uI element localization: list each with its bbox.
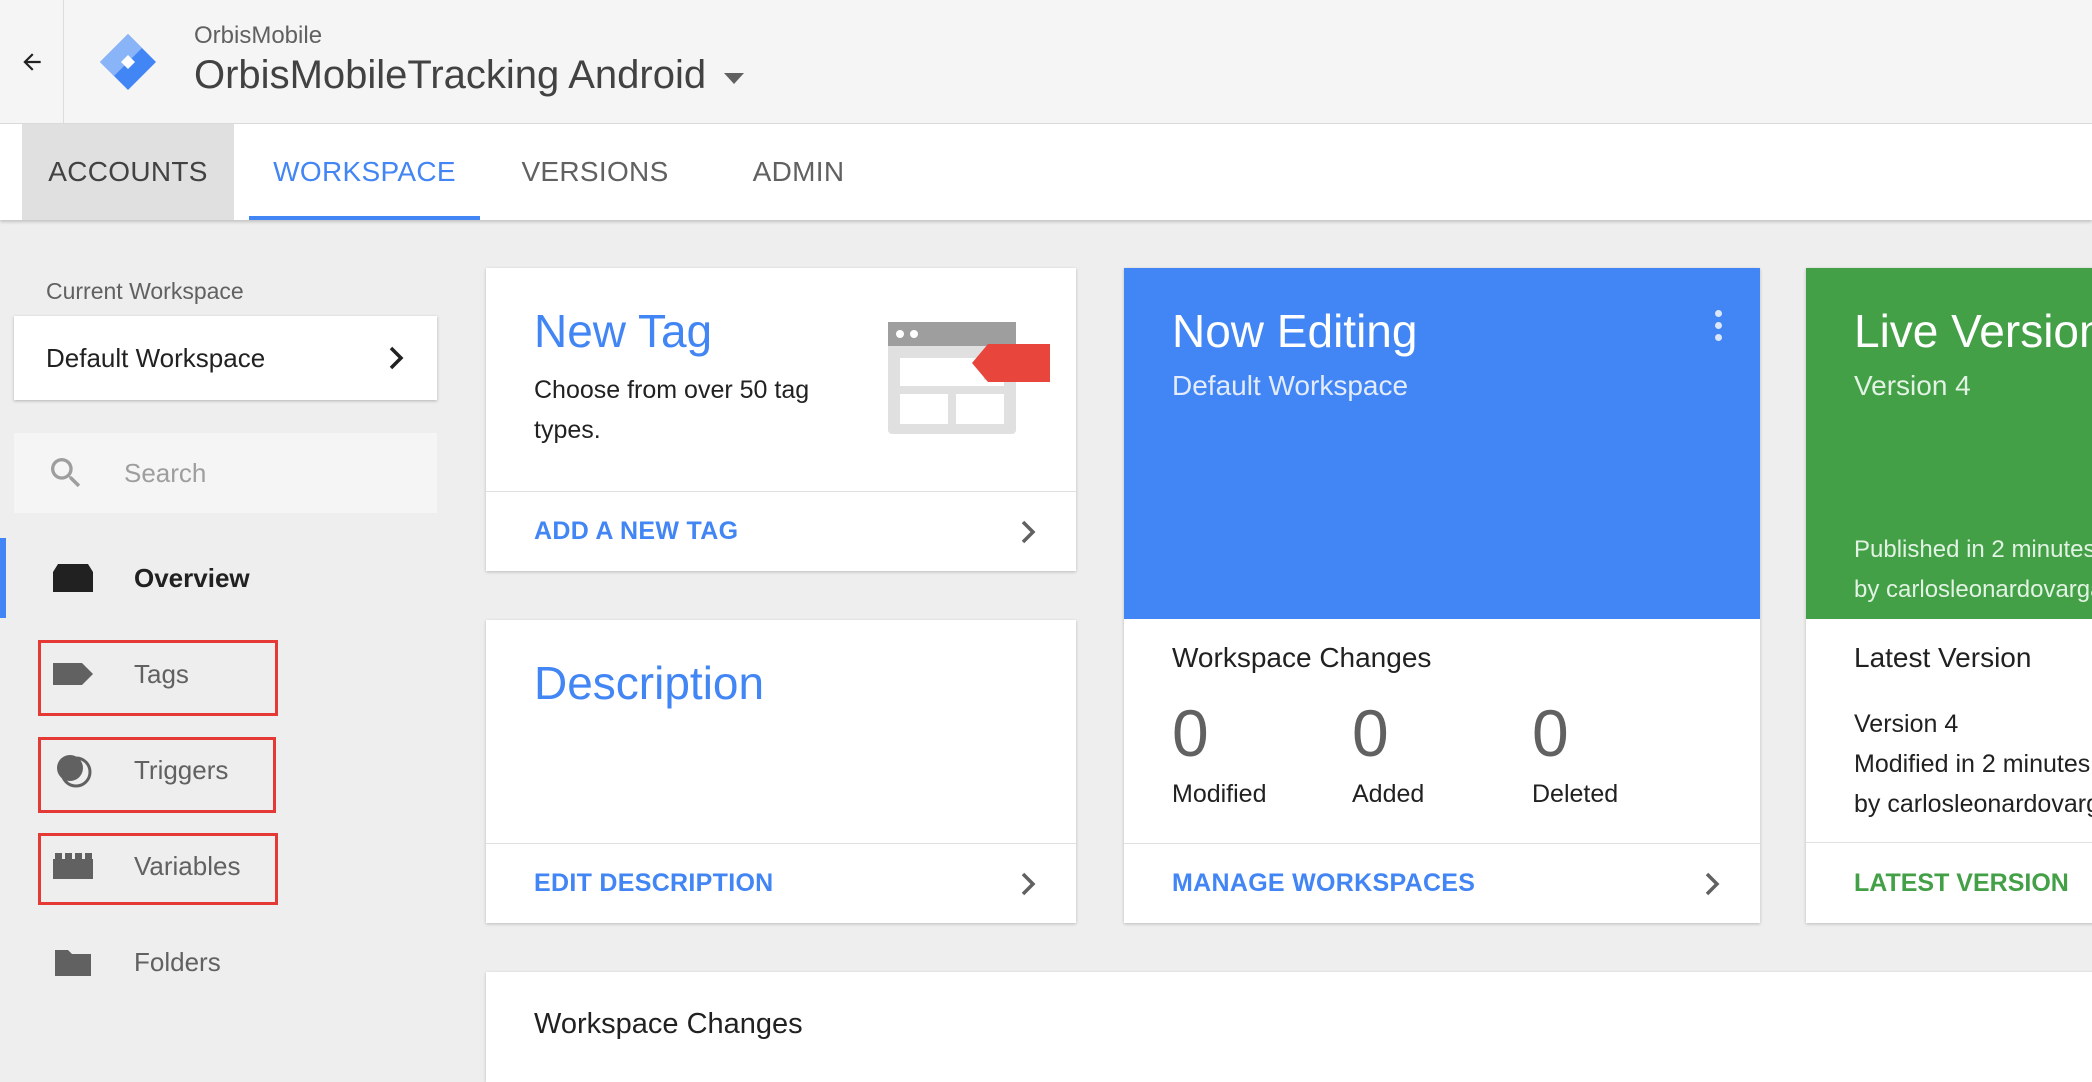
latest-version-modified: Modified in 2 minutes [1854,750,2091,778]
highlight-box-variables [38,833,278,905]
gtm-logo-icon [96,30,160,94]
chevron-right-icon [1705,872,1720,895]
highlight-box-triggers [38,737,276,813]
account-name: OrbisMobile [194,22,323,49]
highlight-box-tags [38,640,278,716]
chevron-right-icon [1021,520,1036,543]
main-tab-bar: ACCOUNTS WORKSPACE VERSIONS ADMIN [0,124,2092,220]
stat-value: 0 [1532,696,1569,770]
workspace-changes-title: Workspace Changes [534,1008,803,1040]
more-vert-icon[interactable] [1712,310,1724,350]
tab-workspace[interactable]: WORKSPACE [249,124,480,220]
latest-version-author: by carlosleonardovargas [1854,790,2092,818]
container-name: OrbisMobileTracking Android [194,53,707,97]
new-tag-title[interactable]: New Tag [534,304,712,358]
search-icon [51,458,81,488]
live-version-card: Live Version Version 4 Published in 2 mi… [1806,268,2092,923]
stat-label: Added [1352,780,1425,808]
stat-value: 0 [1352,696,1389,770]
container-selector[interactable]: OrbisMobileTracking Android [194,53,745,98]
sidebar-search[interactable] [14,433,437,513]
published-time: Published in 2 minutes [1854,536,2092,563]
edit-description-link[interactable]: EDIT DESCRIPTION [486,843,1076,923]
workspace-changes-card: Workspace Changes [486,972,2092,1082]
published-by: by carlosleonardovargas [1854,576,2092,603]
workspace-changes-label: Workspace Changes [1172,642,1432,673]
tag-illustration-icon [888,322,1050,434]
stat-value: 0 [1172,696,1209,770]
chevron-right-icon [1021,872,1036,895]
current-workspace-label: Current Workspace [46,278,244,304]
live-version-title: Live Version [1854,305,2092,357]
now-editing-card: Now Editing Default Workspace Workspace … [1124,268,1760,923]
stat-added: 0 Added [1352,700,1424,809]
latest-version-link[interactable]: LATEST VERSION [1806,842,2092,923]
stat-deleted: 0 Deleted [1532,700,1618,809]
stat-label: Modified [1172,780,1267,808]
latest-version-label: Latest Version [1854,642,2032,673]
tab-accounts[interactable]: ACCOUNTS [22,124,234,220]
search-input[interactable] [122,456,406,490]
back-button[interactable] [0,0,64,123]
live-version-header: Live Version Version 4 Published in 2 mi… [1806,268,2092,619]
stat-modified: 0 Modified [1172,700,1267,809]
manage-workspaces-label: MANAGE WORKSPACES [1172,869,1476,897]
add-new-tag-label: ADD A NEW TAG [534,517,739,545]
overview-icon [52,560,94,596]
latest-version-number: Version 4 [1854,710,1959,738]
new-tag-card: New Tag Choose from over 50 tag types. A… [486,268,1076,571]
manage-workspaces-link[interactable]: MANAGE WORKSPACES [1124,843,1760,923]
live-version-published: Published in 2 minutes by carlosleonardo… [1854,530,2092,610]
chevron-right-icon [389,346,404,370]
stat-label: Deleted [1532,780,1619,808]
live-version-number: Version 4 [1854,370,1971,401]
caret-down-icon [724,73,745,84]
sidebar-item-folders[interactable]: Folders [0,922,440,1002]
folder-icon [52,944,94,980]
now-editing-header: Now Editing Default Workspace [1124,268,1760,619]
latest-version-link-label: LATEST VERSION [1854,868,2069,897]
workspace-name: Default Workspace [46,342,266,373]
description-card: Description EDIT DESCRIPTION [486,620,1076,923]
latest-version-detail: Version 4 Modified in 2 minutes by carlo… [1854,704,2092,824]
workspace-selector[interactable]: Default Workspace [14,316,437,400]
sidebar-item-label: Folders [134,946,221,977]
add-new-tag-link[interactable]: ADD A NEW TAG [486,491,1076,571]
edit-description-label: EDIT DESCRIPTION [534,869,774,897]
now-editing-workspace: Default Workspace [1172,370,1409,401]
now-editing-title: Now Editing [1172,305,1418,357]
tab-versions[interactable]: VERSIONS [500,124,690,220]
description-title: Description [534,657,765,709]
sidebar-item-overview[interactable]: Overview [0,538,440,618]
sidebar-item-label: Overview [134,562,250,593]
new-tag-description: Choose from over 50 tag types. [534,376,810,444]
arrow-back-icon [22,52,41,71]
tab-admin[interactable]: ADMIN [720,124,877,220]
